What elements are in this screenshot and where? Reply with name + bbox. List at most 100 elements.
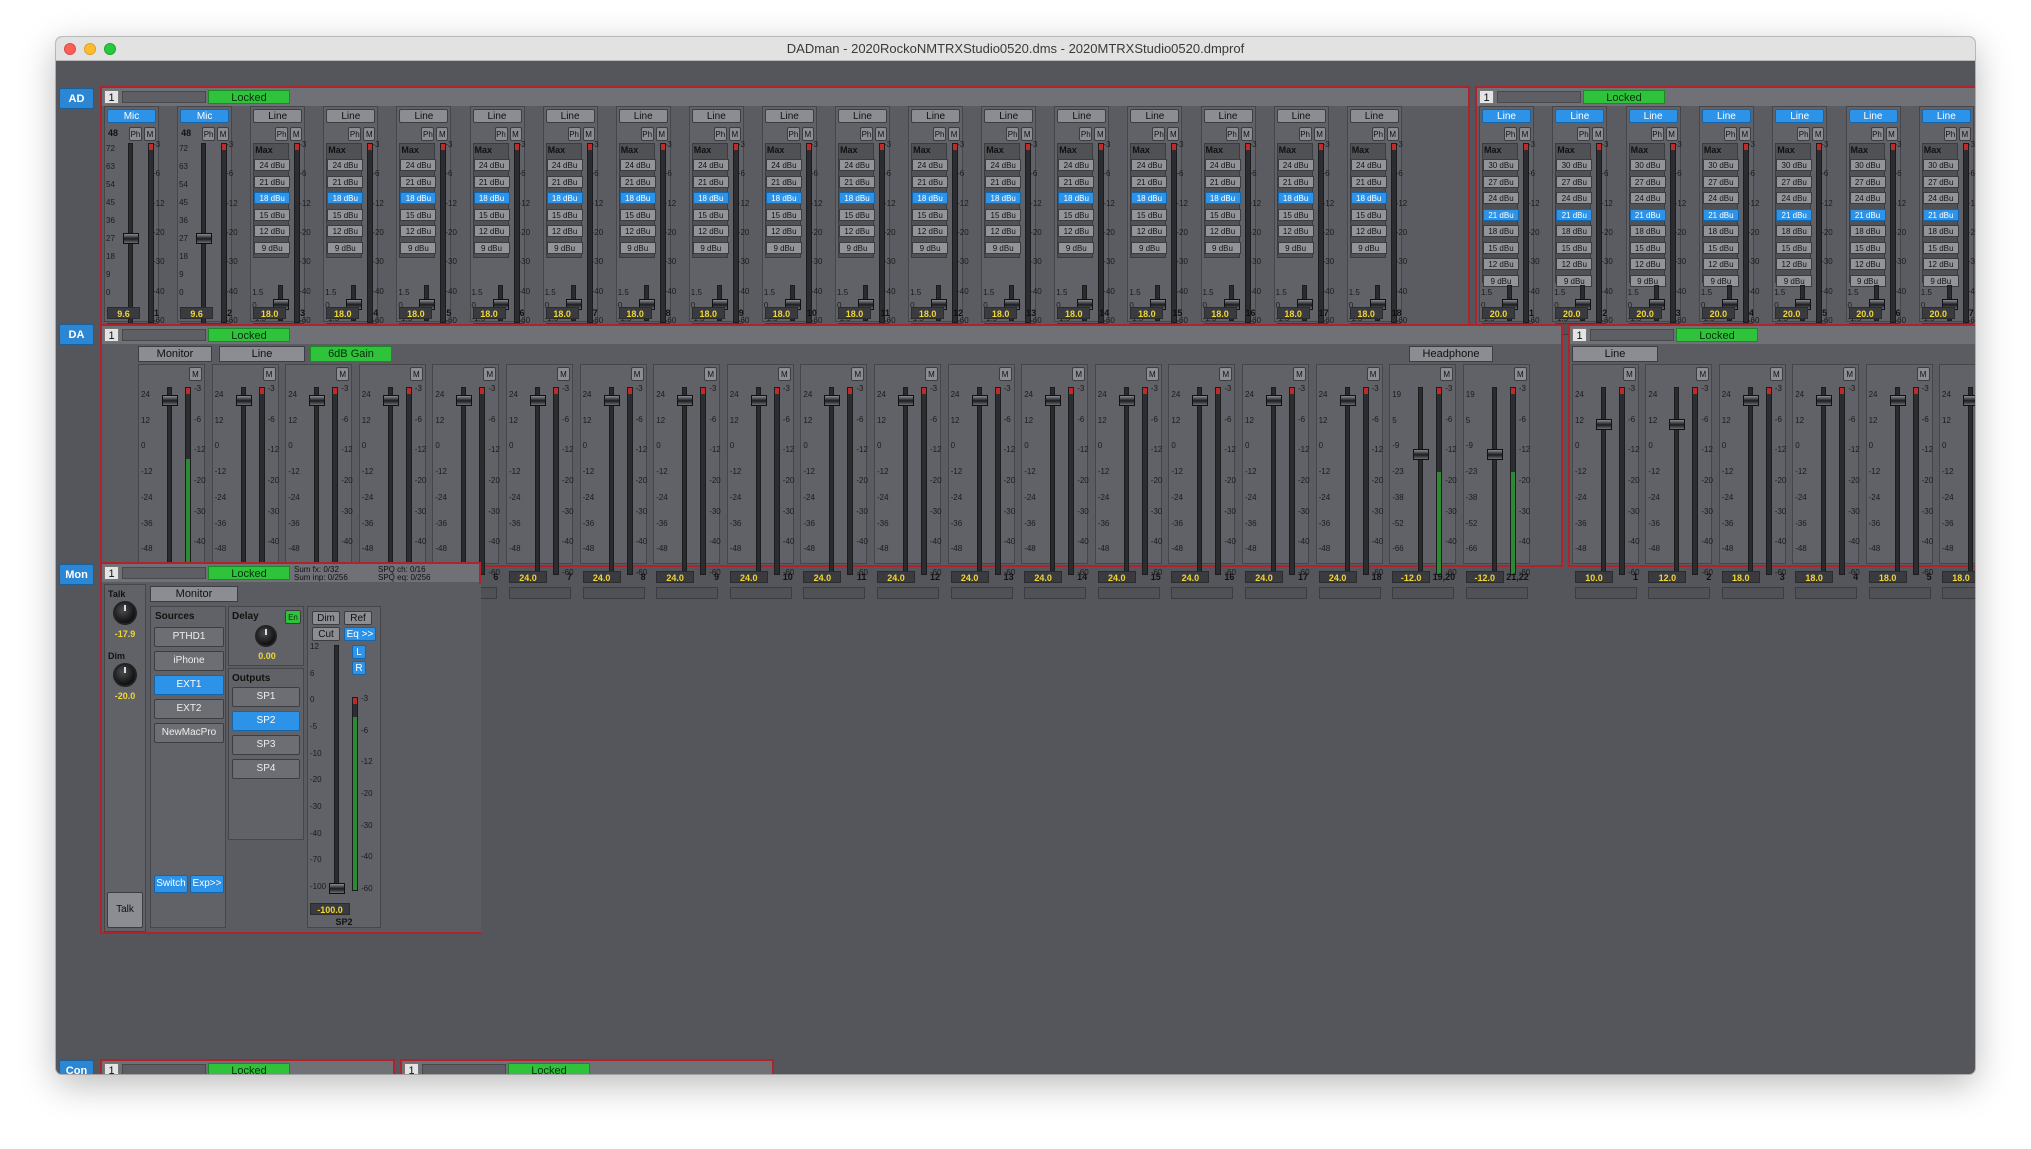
phantom-button[interactable]: Ph: [1225, 127, 1239, 141]
output-fader-knob[interactable]: [1266, 395, 1282, 406]
block-number[interactable]: 1: [104, 566, 119, 580]
ref-level-option[interactable]: 9 dBu: [912, 241, 949, 254]
monitor-title-tab[interactable]: Monitor: [150, 586, 238, 602]
dim-knob[interactable]: [113, 663, 137, 687]
ref-level-option[interactable]: 9 dBu: [473, 241, 510, 254]
ref-level-option[interactable]: 21 dBu: [1058, 175, 1095, 188]
mute-button[interactable]: M: [336, 367, 350, 381]
gain-value[interactable]: 20.0: [1482, 307, 1515, 319]
ref-level-option[interactable]: 21 dBu: [839, 175, 875, 188]
input-type-button[interactable]: Line: [1701, 109, 1751, 123]
ref-level-option[interactable]: 12 dBu: [254, 225, 291, 237]
gain-value[interactable]: 18.0: [984, 307, 1018, 319]
ref-level-option[interactable]: 24 dBu: [400, 159, 437, 171]
ref-level-option[interactable]: 12 dBu: [985, 225, 1022, 237]
output-fader-knob[interactable]: [1118, 395, 1135, 406]
source-button[interactable]: iPhone: [154, 651, 224, 671]
mute-button[interactable]: M: [1513, 367, 1527, 381]
phantom-button[interactable]: Ph: [129, 127, 142, 141]
ref-level-option[interactable]: 15 dBu: [473, 208, 510, 221]
phantom-button[interactable]: Ph: [1079, 127, 1093, 141]
minimize-window-icon[interactable]: [84, 43, 96, 55]
ref-level-option[interactable]: 18 dBu: [327, 192, 364, 204]
gain-value[interactable]: 9.6: [107, 307, 140, 319]
da-line-tab[interactable]: Line: [219, 346, 305, 362]
ref-level-option[interactable]: 18 dBu: [473, 192, 510, 204]
level-value[interactable]: 24.0: [582, 571, 621, 583]
delay-enable-button[interactable]: En: [285, 610, 301, 624]
gain-value[interactable]: 18.0: [253, 307, 287, 319]
channel-name-field[interactable]: [509, 587, 571, 599]
eq-button[interactable]: Eq >>: [344, 627, 376, 641]
mute-button[interactable]: M: [557, 367, 570, 381]
channel-name-field[interactable]: [1795, 587, 1858, 599]
ref-level-option[interactable]: 30 dBu: [1483, 159, 1519, 171]
input-type-button[interactable]: Line: [1130, 109, 1180, 123]
mute-button[interactable]: M: [1240, 127, 1253, 141]
ref-level-option[interactable]: 24 dBu: [1702, 192, 1739, 204]
ref-level-option[interactable]: 12 dBu: [1204, 225, 1241, 237]
ref-level-option[interactable]: 15 dBu: [912, 208, 949, 221]
ref-level-option[interactable]: 18 dBu: [1131, 192, 1168, 204]
ref-level-option[interactable]: 18 dBu: [1350, 192, 1387, 204]
ref-level-option[interactable]: 24 dBu: [1556, 192, 1593, 204]
ref-level-option[interactable]: 12 dBu: [692, 225, 729, 237]
ref-level-option[interactable]: 30 dBu: [1556, 159, 1593, 171]
source-button[interactable]: EXT1: [154, 675, 224, 695]
mute-button[interactable]: M: [436, 127, 449, 141]
level-value[interactable]: 18.0: [1868, 571, 1907, 583]
phantom-button[interactable]: Ph: [1577, 127, 1591, 141]
phantom-button[interactable]: Ph: [1650, 127, 1664, 141]
block-number[interactable]: 1: [104, 1063, 119, 1074]
mute-button[interactable]: M: [655, 127, 668, 141]
mute-button[interactable]: M: [1145, 367, 1159, 381]
ref-level-option[interactable]: 18 dBu: [1849, 225, 1886, 237]
level-value[interactable]: 18.0: [1942, 571, 1975, 583]
output-fader-knob[interactable]: [235, 395, 252, 406]
channel-name-field[interactable]: [950, 587, 1013, 599]
ref-level-option[interactable]: 15 dBu: [619, 208, 656, 221]
phantom-button[interactable]: Ph: [1371, 127, 1385, 141]
ref-level-option[interactable]: 18 dBu: [1776, 225, 1813, 237]
ref-level-option[interactable]: 9 dBu: [327, 241, 364, 254]
mute-button[interactable]: M: [851, 367, 865, 381]
source-button[interactable]: NewMacPro: [154, 723, 224, 743]
input-type-button[interactable]: Line: [1555, 109, 1605, 123]
mute-button[interactable]: M: [1519, 127, 1531, 141]
ref-level-option[interactable]: 12 dBu: [1131, 225, 1168, 237]
gain-value[interactable]: 18.0: [691, 307, 725, 319]
input-type-button[interactable]: Line: [1775, 109, 1825, 123]
ref-level-option[interactable]: 18 dBu: [985, 192, 1022, 204]
mute-button[interactable]: M: [728, 127, 741, 141]
output-fader-knob[interactable]: [824, 395, 841, 406]
phantom-button[interactable]: Ph: [1298, 127, 1312, 141]
gain-value[interactable]: 18.0: [1276, 307, 1310, 319]
close-window-icon[interactable]: [64, 43, 76, 55]
ref-level-option[interactable]: 15 dBu: [1922, 241, 1959, 254]
ref-level-option[interactable]: 24 dBu: [1849, 192, 1886, 204]
level-value[interactable]: 24.0: [803, 571, 842, 583]
da-headphone-tab[interactable]: Headphone: [1409, 346, 1493, 362]
input-type-button[interactable]: Line: [326, 109, 376, 123]
input-type-button[interactable]: Line: [838, 109, 887, 123]
gain-value[interactable]: 20.0: [1628, 307, 1662, 319]
phantom-button[interactable]: Ph: [1943, 127, 1957, 141]
mute-button[interactable]: M: [1072, 367, 1086, 381]
ref-level-option[interactable]: 21 dBu: [1131, 175, 1168, 188]
output-fader-knob[interactable]: [677, 395, 694, 406]
mute-button[interactable]: M: [1592, 127, 1605, 141]
ref-level-option[interactable]: 12 dBu: [1849, 258, 1886, 270]
ref-level-option[interactable]: 30 dBu: [1849, 159, 1886, 171]
output-fader-knob[interactable]: [162, 395, 178, 406]
ref-level-option[interactable]: 9 dBu: [400, 241, 437, 254]
ref-level-option[interactable]: 24 dBu: [1776, 192, 1813, 204]
gain-value[interactable]: 18.0: [764, 307, 798, 319]
monitor-fader-knob[interactable]: [329, 883, 345, 894]
mute-button[interactable]: M: [409, 367, 423, 381]
block-name-field[interactable]: [422, 1064, 506, 1074]
locked-indicator[interactable]: Locked: [208, 1063, 290, 1074]
phantom-button[interactable]: Ph: [786, 127, 800, 141]
locked-indicator[interactable]: Locked: [1676, 328, 1758, 342]
mute-button[interactable]: M: [290, 127, 303, 141]
ref-level-option[interactable]: 18 dBu: [1204, 192, 1241, 204]
